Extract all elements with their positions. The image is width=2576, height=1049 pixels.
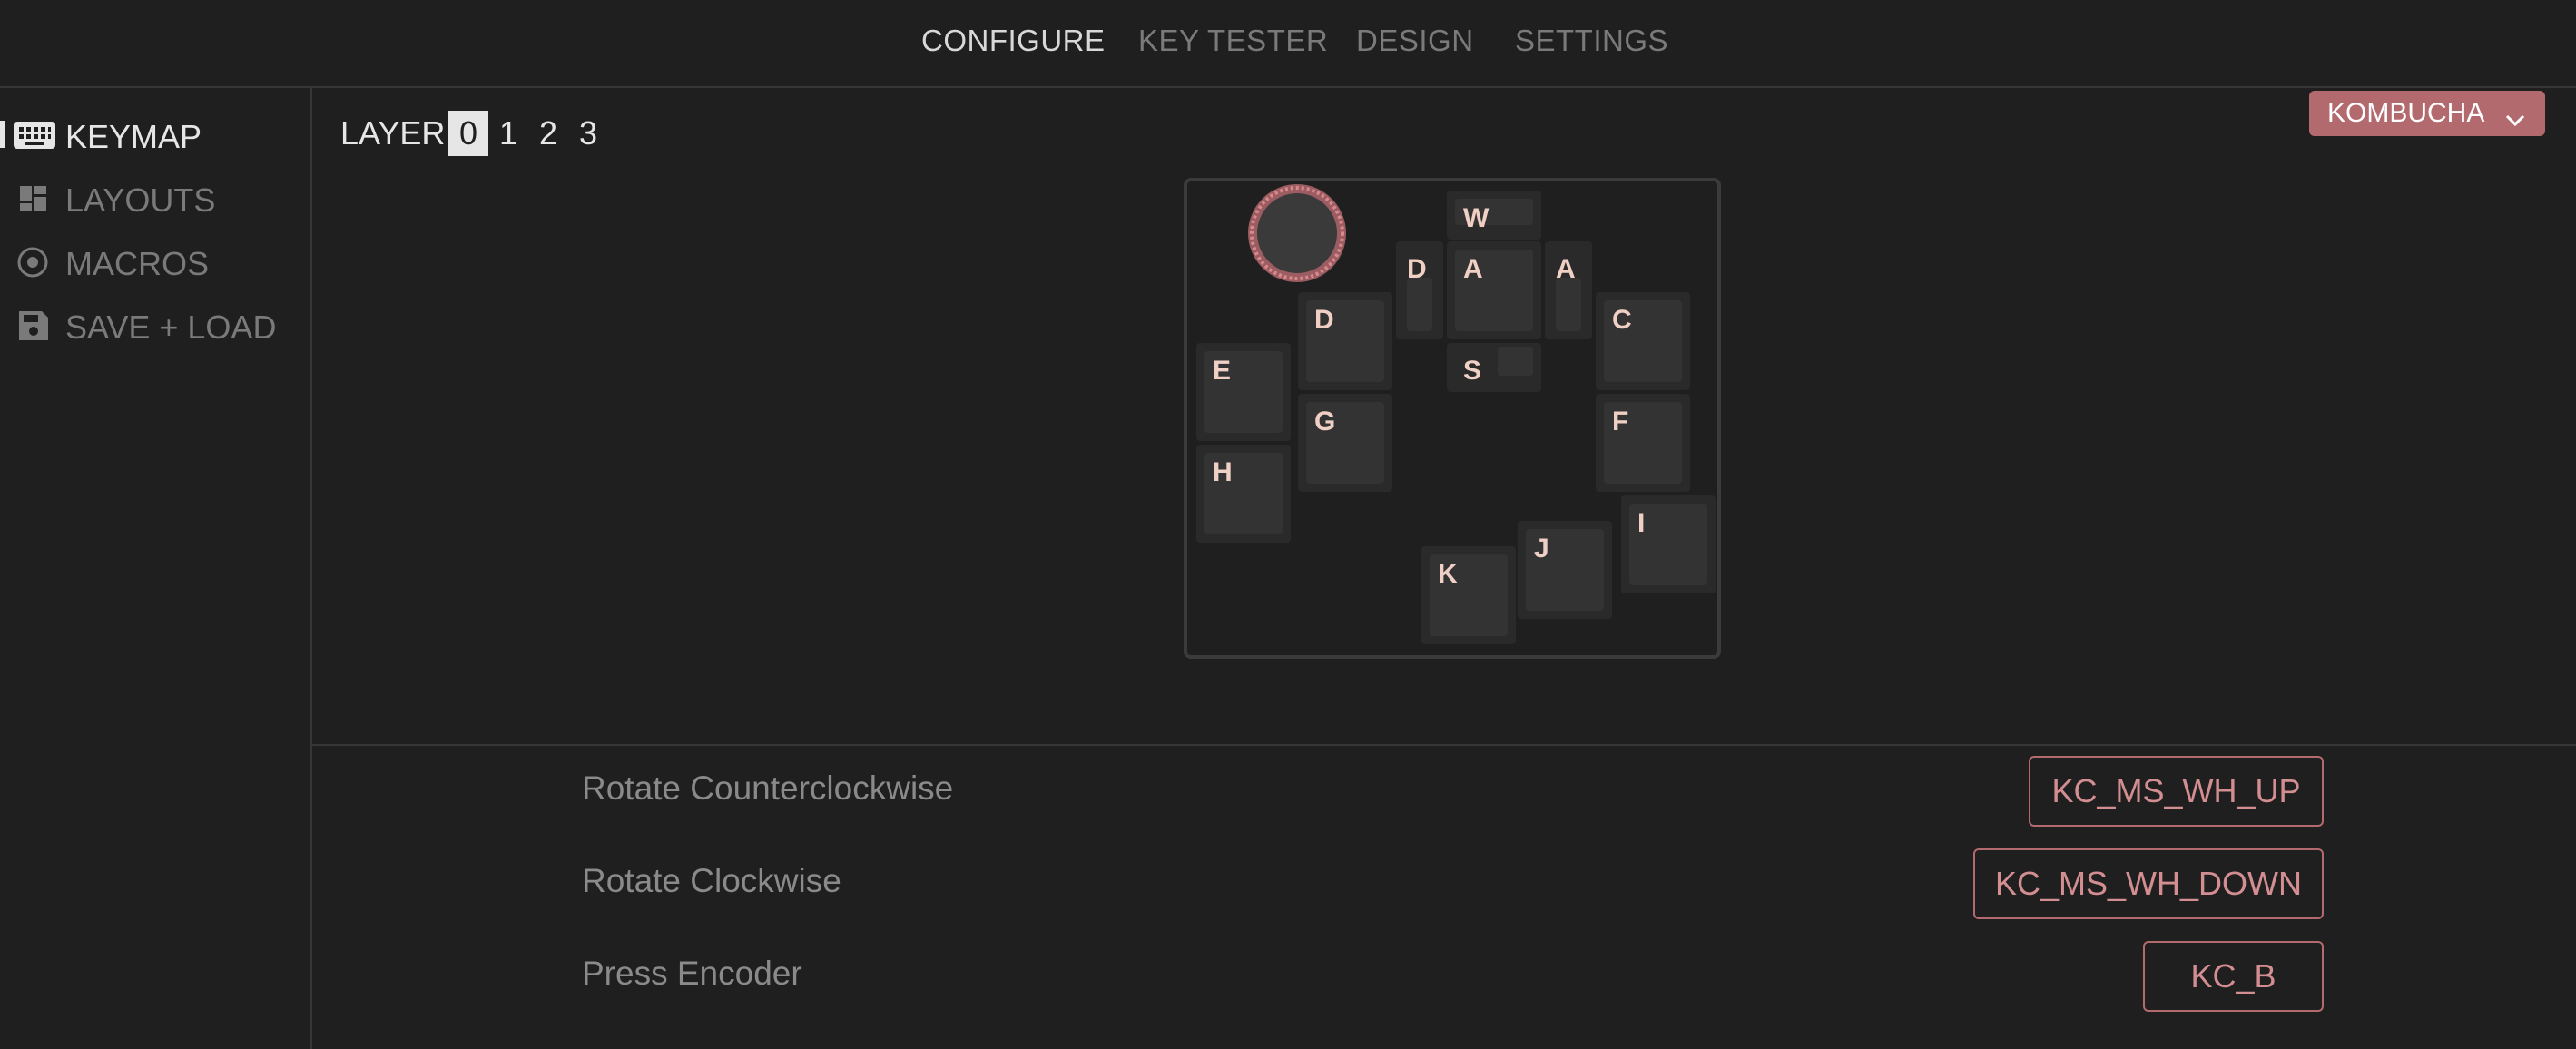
key-i[interactable]: I (1621, 495, 1716, 593)
keycode-button-rotate-ccw[interactable]: KC_MS_WH_UP (2029, 756, 2324, 827)
top-nav: CONFIGURE KEY TESTER DESIGN SETTINGS (0, 0, 2576, 88)
key-h[interactable]: H (1196, 445, 1291, 543)
row-label-rotate-cw: Rotate Clockwise (582, 862, 841, 899)
layer-3-button[interactable]: 3 (568, 111, 608, 156)
tab-settings[interactable]: SETTINGS (1515, 24, 1668, 58)
section-divider (312, 744, 2576, 746)
sidebar-item-label: KEYMAP (65, 118, 202, 155)
key-w[interactable]: W (1447, 191, 1541, 240)
sidebar-item-keymap[interactable]: KEYMAP (0, 112, 309, 157)
chevron-down-icon (2503, 102, 2527, 147)
tab-design[interactable]: DESIGN (1356, 24, 1474, 58)
keyboard-icon (13, 119, 56, 152)
sidebar-item-save-load[interactable]: SAVE + LOAD (0, 302, 309, 348)
keycode-button-press-encoder[interactable]: KC_B (2143, 941, 2324, 1012)
layer-2-button[interactable]: 2 (528, 111, 568, 156)
layouts-icon (13, 182, 56, 215)
key-a-side[interactable]: A (1545, 241, 1592, 339)
sidebar-item-label: LAYOUTS (65, 181, 216, 219)
active-indicator (0, 121, 5, 148)
layer-1-button[interactable]: 1 (488, 111, 528, 156)
key-f[interactable]: F (1596, 394, 1690, 492)
key-a-center[interactable]: A (1447, 241, 1541, 339)
row-label-press-encoder: Press Encoder (582, 955, 802, 992)
sidebar: KEYMAP LAYOUTS MACROS SAVE + LOAD (0, 88, 312, 1049)
key-j[interactable]: J (1518, 521, 1612, 619)
tab-configure[interactable]: CONFIGURE (921, 24, 1106, 58)
keycode-button-rotate-cw[interactable]: KC_MS_WH_DOWN (1973, 848, 2324, 919)
layer-0-button[interactable]: 0 (448, 111, 488, 156)
keyboard-select[interactable]: KOMBUCHA (2309, 91, 2545, 136)
macros-icon (13, 246, 56, 279)
sidebar-item-label: SAVE + LOAD (65, 309, 277, 346)
key-g[interactable]: G (1298, 394, 1392, 492)
key-c[interactable]: C (1596, 292, 1690, 390)
key-s[interactable]: S (1447, 343, 1541, 392)
sidebar-item-layouts[interactable]: LAYOUTS (0, 175, 309, 221)
row-label-rotate-ccw: Rotate Counterclockwise (582, 770, 954, 807)
sidebar-item-label: MACROS (65, 245, 210, 282)
keyboard-select-value: KOMBUCHA (2327, 98, 2485, 128)
save-icon (13, 309, 56, 342)
key-k[interactable]: K (1421, 546, 1516, 644)
sidebar-item-macros[interactable]: MACROS (0, 239, 309, 284)
rotary-encoder[interactable] (1245, 181, 1349, 285)
key-d-side[interactable]: D (1396, 241, 1443, 339)
keyboard-layout: W D A A D C E S G F H I J K (1184, 178, 1721, 659)
layer-label: LAYER (340, 114, 446, 152)
key-d[interactable]: D (1298, 292, 1392, 390)
tab-key-tester[interactable]: KEY TESTER (1138, 24, 1328, 58)
key-e[interactable]: E (1196, 343, 1291, 441)
